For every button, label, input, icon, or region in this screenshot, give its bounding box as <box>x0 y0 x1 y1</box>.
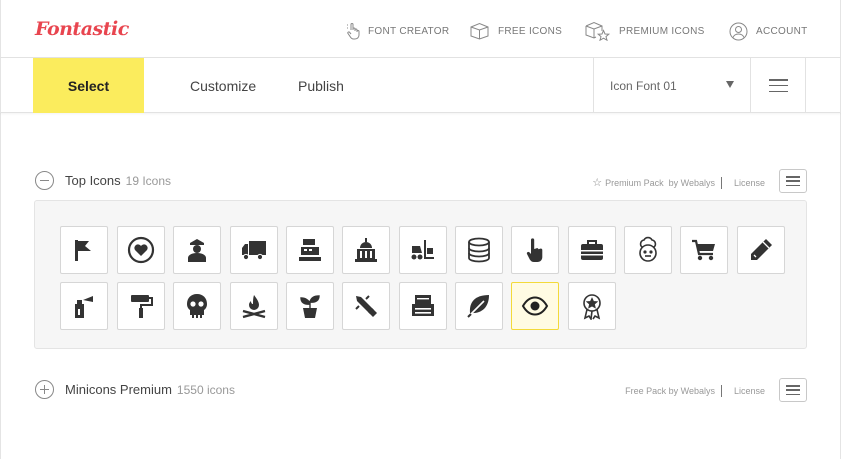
nav-account[interactable]: ACCOUNT <box>729 21 808 41</box>
main-menu-button[interactable] <box>751 58 806 113</box>
set-header-top-icons: Top Icons 19 Icons ☆ Premium Pack by Weba… <box>35 169 807 193</box>
plant-pot-icon <box>300 295 320 318</box>
cash-register-icon <box>299 239 321 261</box>
cube-icon <box>470 22 489 40</box>
icon-tile-leaf[interactable] <box>455 282 503 330</box>
forklift-icon <box>411 240 434 260</box>
icon-tile-hand[interactable] <box>511 226 559 274</box>
skull-icon <box>187 294 207 318</box>
tab-customize[interactable]: Customize <box>190 58 256 113</box>
cube-star-icon <box>585 21 611 41</box>
set-menu-button[interactable] <box>779 169 807 193</box>
award-ribbon-icon <box>583 294 601 320</box>
hamburger-icon <box>786 385 800 395</box>
paint-roller-icon <box>131 295 153 318</box>
nav-label: PREMIUM ICONS <box>619 25 705 37</box>
cursor-pointer-icon <box>347 23 360 40</box>
nav-label: FONT CREATOR <box>368 25 450 37</box>
set-title[interactable]: Top Icons 19 Icons <box>65 173 171 188</box>
eye-icon <box>521 296 549 316</box>
flag-icon <box>75 240 91 261</box>
inbox-tray-icon <box>412 295 434 316</box>
divider <box>720 385 722 397</box>
license-link[interactable]: License <box>734 178 765 188</box>
icon-grid-panel <box>34 200 807 349</box>
briefcase-icon <box>581 240 603 260</box>
set-menu-button[interactable] <box>779 378 807 402</box>
set-title[interactable]: Minicons Premium 1550 icons <box>65 382 235 397</box>
hamburger-icon <box>768 79 788 92</box>
nav-free-icons[interactable]: FREE ICONS <box>469 21 562 41</box>
set-meta: ☆ Premium Pack by Webalys License <box>592 176 765 189</box>
set-header-minicons: Minicons Premium 1550 icons Free Pack by … <box>35 378 807 402</box>
icon-tile-spray[interactable] <box>60 282 108 330</box>
pack-label: Premium Pack <box>605 177 664 188</box>
icon-tile-eye[interactable] <box>511 282 559 330</box>
caret-down-icon <box>726 81 734 88</box>
tab-select[interactable]: Select <box>33 58 144 113</box>
pack-label: Free Pack <box>625 386 667 396</box>
star-icon: ☆ <box>592 177 603 189</box>
collapse-icon[interactable] <box>35 171 54 190</box>
campfire-icon <box>242 295 266 319</box>
icon-tile-heart[interactable] <box>117 226 165 274</box>
icon-tile-pencil[interactable] <box>737 226 785 274</box>
police-officer-icon <box>188 239 206 262</box>
icon-tile-database[interactable] <box>455 226 503 274</box>
font-select-value: Icon Font 01 <box>610 78 677 93</box>
user-circle-icon <box>729 22 748 40</box>
icon-tile-tray[interactable] <box>399 282 447 330</box>
icon-tile-truck[interactable] <box>230 226 278 274</box>
pencil-icon <box>751 239 772 260</box>
top-bar: Fontastic FONT CREATOR FREE ICONS PREMIU… <box>0 0 841 58</box>
tab-publish[interactable]: Publish <box>298 58 344 113</box>
font-select-dropdown[interactable]: Icon Font 01 <box>593 58 751 113</box>
license-link[interactable]: License <box>734 386 765 396</box>
set-count: 1550 icons <box>176 383 235 397</box>
set-name: Top Icons <box>65 173 121 188</box>
icon-tile-campfire[interactable] <box>230 282 278 330</box>
expand-icon[interactable] <box>35 380 54 399</box>
leaf-icon <box>467 295 489 318</box>
shopping-cart-icon <box>692 239 715 261</box>
divider <box>720 176 722 189</box>
icon-tile-cart[interactable] <box>680 226 728 274</box>
icon-tile-roller[interactable] <box>117 282 165 330</box>
icon-tile-rocket[interactable] <box>342 282 390 330</box>
rocket-icon <box>355 295 377 317</box>
icon-tile-chef[interactable] <box>624 226 672 274</box>
heart-circle-icon <box>127 236 155 264</box>
nav-label: FREE ICONS <box>498 25 563 37</box>
capitol-building-icon <box>355 238 377 262</box>
pack-author[interactable]: by Webalys <box>669 178 715 188</box>
icon-tile-award[interactable] <box>568 282 616 330</box>
nav-font-creator[interactable]: FONT CREATOR <box>346 21 449 41</box>
database-icon <box>468 237 490 263</box>
set-count: 19 Icons <box>125 174 172 188</box>
icon-tile-briefcase[interactable] <box>568 226 616 274</box>
icon-tile-police[interactable] <box>173 226 221 274</box>
hand-pointer-icon <box>526 238 543 262</box>
step-toolbar: Select Customize Publish Icon Font 01 <box>0 58 841 113</box>
pack-author[interactable]: by Webalys <box>669 386 715 396</box>
icon-tile-plant[interactable] <box>286 282 334 330</box>
icon-tile-skull[interactable] <box>173 282 221 330</box>
truck-icon <box>242 241 266 261</box>
icon-tile-flag[interactable] <box>60 226 108 274</box>
set-name: Minicons Premium <box>65 382 172 397</box>
hamburger-icon <box>786 176 800 186</box>
icon-tile-capitol[interactable] <box>342 226 390 274</box>
nav-label: ACCOUNT <box>756 25 808 37</box>
nav-premium-icons[interactable]: PREMIUM ICONS <box>584 21 705 41</box>
set-meta: Free Pack by Webalys License <box>625 385 765 397</box>
chef-icon <box>639 236 657 262</box>
spray-can-icon <box>75 296 93 318</box>
icon-tile-register[interactable] <box>286 226 334 274</box>
icon-tile-forklift[interactable] <box>399 226 447 274</box>
logo[interactable]: Fontastic <box>35 18 129 40</box>
